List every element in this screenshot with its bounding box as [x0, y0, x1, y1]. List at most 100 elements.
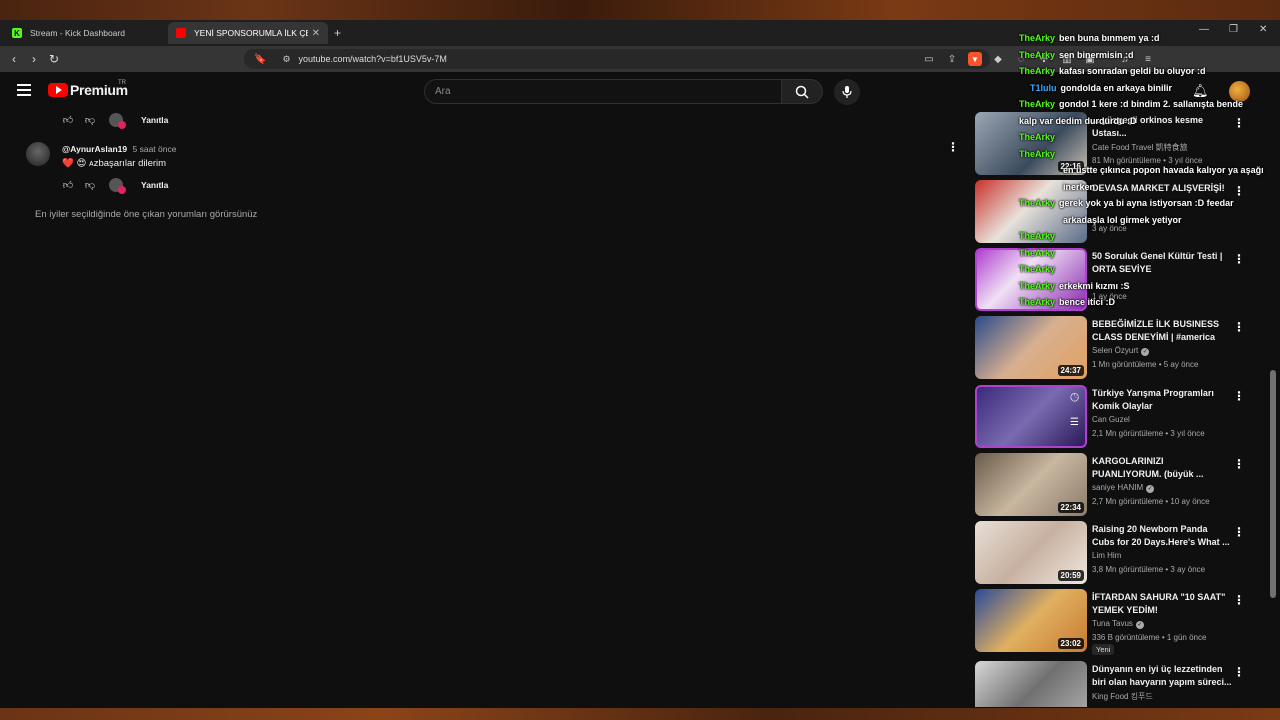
chat-text: inerken — [1063, 181, 1096, 192]
address-bar[interactable]: 🔖 ⚙ youtube.com/watch?v=bf1USV5v-7M — [244, 49, 990, 69]
video-age: 5 ay önce — [1163, 360, 1199, 369]
video-more-icon[interactable]: ⋮ — [1233, 457, 1245, 471]
chat-text: bence itici :D — [1059, 297, 1116, 307]
chat-message: TheArky erkekmi kızmı :S — [1019, 278, 1279, 295]
chat-message: TheArky — [1019, 228, 1279, 245]
related-video[interactable]: 20:59 Raising 20 Newborn Panda Cubs for … — [975, 521, 1265, 585]
back-icon[interactable]: ‹ — [4, 52, 24, 66]
video-thumbnail[interactable] — [975, 661, 1087, 707]
chat-message: TheArky ben buna bınmem ya :d — [1019, 30, 1279, 47]
related-video[interactable]: 🕒︎ ☰ Türkiye Yarışma Programları Komik O… — [975, 385, 1265, 449]
related-video[interactable]: 24:37 BEBEĞİMİZLE İLK BUSINESS CLASS DEN… — [975, 316, 1265, 380]
chat-text: en üstte çıkınca popon havada kalıyor ya… — [1063, 165, 1264, 175]
video-more-icon[interactable]: ⋮ — [1233, 665, 1245, 679]
comment-author[interactable]: @AynurAslan19 5 saat önce — [62, 144, 176, 154]
chat-message-continued: inerken — [1019, 179, 1279, 196]
tab-youtube-video[interactable]: YENİ SPONSORUMLA İLK ÇEKİM ✕ — [168, 22, 328, 44]
video-thumbnail[interactable]: 🕒︎ ☰ — [975, 385, 1087, 448]
search-button[interactable] — [781, 79, 823, 104]
hamburger-menu-icon[interactable] — [17, 84, 31, 99]
watch-later-icon[interactable]: 🕒︎ — [1070, 392, 1079, 405]
video-age: 3 ay önce — [1170, 565, 1206, 574]
video-more-icon[interactable]: ⋮ — [1233, 525, 1245, 539]
tab-kick-dashboard[interactable]: K Stream - Kick Dashboard — [4, 22, 164, 44]
new-tab-button[interactable]: + — [334, 26, 341, 40]
video-thumbnail[interactable]: 22:34 — [975, 453, 1087, 516]
video-meta: 1 Mn görüntüleme • 5 ay önce — [1092, 360, 1199, 369]
brave-shield-icon[interactable]: ▼ — [968, 52, 982, 66]
comment-more-icon[interactable]: ⋮ — [947, 140, 959, 154]
video-channel[interactable]: Can Guzel — [1092, 415, 1130, 424]
video-title[interactable]: Raising 20 Newborn Panda Cubs for 20 Day… — [1092, 523, 1232, 549]
video-channel[interactable]: Tuna Tavus ✓ — [1092, 619, 1144, 629]
chat-username: TheArky — [1019, 231, 1056, 241]
chat-message: TheArky gerek yok ya bi ayna istiyorsan :… — [1019, 195, 1279, 212]
dislike-icon[interactable]: 👎︎ — [83, 178, 97, 192]
youtube-icon — [176, 28, 186, 38]
video-duration: 20:59 — [1057, 570, 1084, 581]
search-input[interactable]: Ara — [424, 79, 782, 104]
chat-text: gondolda en arkaya binilir — [1060, 82, 1173, 93]
video-thumbnail[interactable]: 24:37 — [975, 316, 1087, 379]
comment-handle[interactable]: @AynurAslan19 — [62, 144, 127, 154]
video-title[interactable]: Türkiye Yarışma Programları Komik Olayla… — [1092, 387, 1232, 413]
video-more-icon[interactable]: ⋮ — [1233, 593, 1245, 607]
cast-icon[interactable]: ▭ — [922, 52, 936, 66]
chat-username: T1lulu — [1030, 82, 1057, 93]
video-views: 1 Mn görüntüleme — [1092, 360, 1157, 369]
site-info-icon[interactable]: ⚙ — [282, 54, 290, 65]
extension-icon[interactable]: ◆ — [991, 52, 1005, 66]
video-thumbnail[interactable]: 20:59 — [975, 521, 1087, 584]
video-channel[interactable]: Selen Özyurt ✓ — [1092, 346, 1150, 356]
related-video[interactable]: Dünyanın en iyi üç lezzetinden biri olan… — [975, 661, 1265, 707]
video-title[interactable]: KARGOLARINIZI PUANLIYORUM. (büyük ... — [1092, 455, 1232, 481]
like-icon[interactable]: 👍︎ — [61, 113, 75, 127]
share-icon[interactable]: ⇪ — [945, 52, 959, 66]
reload-icon[interactable]: ↻ — [44, 52, 64, 66]
reply-button[interactable]: Yanıtla — [141, 115, 168, 125]
video-title[interactable]: İFTARDAN SAHURA "10 SAAT" YEMEK YEDİM! — [1092, 591, 1232, 617]
video-more-icon[interactable]: ⋮ — [1233, 320, 1245, 334]
video-channel[interactable]: Lim Him — [1092, 551, 1121, 560]
channel-name[interactable]: saniye HANIM — [1092, 483, 1143, 492]
chat-text: gerek yok ya bi ayna istiyorsan :D feeda… — [1059, 198, 1234, 208]
chat-username: TheArky — [1019, 280, 1056, 291]
chat-message: T1lulu gondolda en arkaya binilir — [1019, 80, 1279, 97]
channel-name[interactable]: Selen Özyurt — [1092, 346, 1138, 355]
youtube-premium-logo[interactable]: Premium TR — [48, 80, 128, 98]
chat-message: TheArky sen binermisin :d — [1019, 47, 1279, 64]
add-to-queue-icon[interactable]: ☰ — [1070, 417, 1079, 428]
dislike-icon[interactable]: 👎︎ — [83, 113, 97, 127]
like-icon[interactable]: 👍︎ — [61, 178, 75, 192]
reply-button[interactable]: Yanıtla — [141, 180, 168, 190]
close-tab-icon[interactable]: ✕ — [312, 28, 320, 39]
video-title[interactable]: Dünyanın en iyi üç lezzetinden biri olan… — [1092, 663, 1232, 689]
chat-text: erkekmi kızmı :S — [1059, 280, 1130, 291]
chat-username: TheArky — [1019, 49, 1056, 60]
video-views: 2,1 Mn görüntüleme — [1092, 429, 1164, 438]
video-thumbnail[interactable]: 23:02 — [975, 589, 1087, 652]
comment-time[interactable]: 5 saat önce — [133, 144, 177, 154]
video-duration: 24:37 — [1057, 365, 1084, 376]
video-more-icon[interactable]: ⋮ — [1233, 389, 1245, 403]
chat-username: TheArky — [1019, 297, 1056, 307]
commenter-avatar[interactable] — [26, 142, 50, 166]
video-channel[interactable]: saniye HANIM ✓ — [1092, 483, 1155, 493]
video-age: 3 yıl önce — [1170, 429, 1205, 438]
chat-username: TheArky — [1019, 132, 1056, 142]
forward-icon[interactable]: › — [24, 52, 44, 66]
video-title[interactable]: BEBEĞİMİZLE İLK BUSINESS CLASS DENEYİMİ … — [1092, 318, 1232, 344]
video-meta: 2,7 Mn görüntüleme • 10 ay önce — [1092, 497, 1210, 506]
url-text[interactable]: youtube.com/watch?v=bf1USV5v-7M — [299, 54, 447, 64]
chat-message: TheArky — [1019, 245, 1279, 262]
chat-username: TheArky — [1019, 264, 1056, 274]
page-scrollbar[interactable] — [1270, 370, 1276, 598]
verified-icon: ✓ — [1146, 485, 1155, 493]
chat-message-continued: en üstte çıkınca popon havada kalıyor ya… — [1019, 162, 1279, 179]
video-channel[interactable]: King Food 킹푸드 — [1092, 691, 1153, 702]
voice-search-button[interactable] — [834, 79, 860, 105]
related-video[interactable]: 23:02 İFTARDAN SAHURA "10 SAAT" YEMEK YE… — [975, 589, 1265, 655]
related-video[interactable]: 22:34 KARGOLARINIZI PUANLIYORUM. (büyük … — [975, 453, 1265, 517]
bookmark-icon[interactable]: 🔖 — [254, 54, 266, 65]
channel-name[interactable]: Tuna Tavus — [1092, 619, 1133, 628]
